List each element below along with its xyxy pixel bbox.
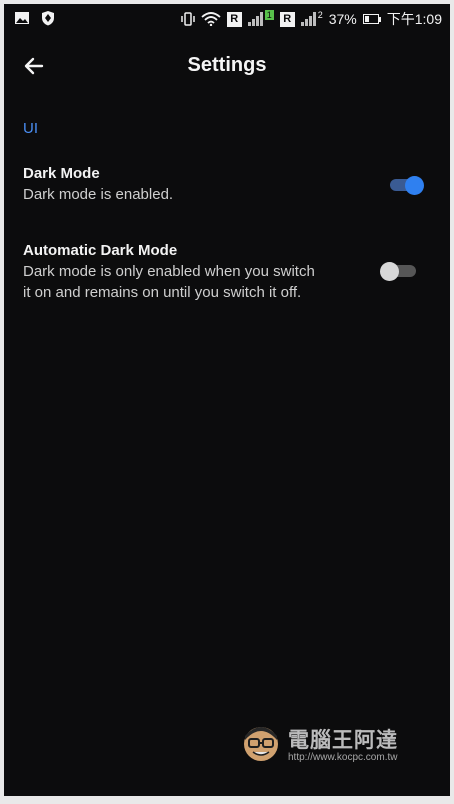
battery-percent: 37%: [328, 11, 357, 27]
setting-description-line: Dark mode is only enabled when you switc…: [23, 263, 315, 280]
setting-description-line: it on and remains on until you switch it…: [23, 284, 302, 301]
signal-icon: [247, 12, 263, 26]
wifi-icon: [201, 12, 221, 26]
battery-icon: [362, 14, 381, 24]
signal-icon: [300, 12, 316, 26]
watermark: 電腦王阿達 http://www.kocpc.com.tw: [240, 722, 398, 764]
section-header-ui: UI: [23, 120, 38, 137]
dark-mode-toggle[interactable]: [389, 176, 425, 195]
watermark-url: http://www.kocpc.com.tw: [288, 751, 398, 763]
sim1-slot-label: 1: [264, 10, 274, 20]
setting-dark-mode[interactable]: Dark Mode Dark mode is enabled.: [23, 165, 433, 205]
setting-title: Dark Mode: [23, 165, 100, 182]
setting-description: Dark mode is enabled.: [23, 186, 174, 203]
automatic-dark-mode-toggle[interactable]: [380, 262, 416, 281]
sim2-slot-label: 2: [317, 10, 323, 20]
sim2-roaming-badge: R: [279, 11, 295, 27]
setting-automatic-dark-mode[interactable]: Automatic Dark Mode Dark mode is only en…: [23, 242, 433, 303]
page-title: Settings: [187, 54, 267, 76]
toggle-thumb: [405, 176, 424, 195]
mascot-face-icon: [244, 727, 278, 761]
shield-icon: [42, 11, 54, 26]
vibrate-icon: [180, 12, 195, 26]
sim1-roaming-badge: R: [226, 11, 242, 27]
clock: 下午1:09: [386, 11, 442, 27]
gallery-icon: [15, 12, 29, 24]
app-bar: Settings: [4, 38, 450, 94]
watermark-brand: 電腦王阿達: [288, 728, 398, 752]
setting-description: Dark mode is only enabled when you switc…: [23, 261, 433, 303]
status-bar: R 1 R 2 37% 下午1:09: [4, 4, 450, 32]
setting-title: Automatic Dark Mode: [23, 242, 178, 259]
app-screen: R 1 R 2 37% 下午1:09 Settings UI Dark Mode…: [4, 4, 450, 796]
toggle-thumb: [380, 262, 399, 281]
